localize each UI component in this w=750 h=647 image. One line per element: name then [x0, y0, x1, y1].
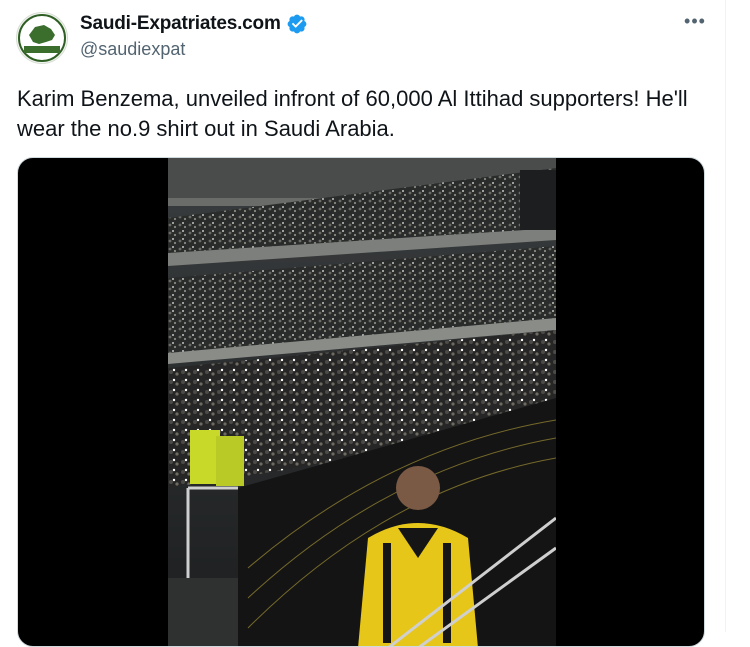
- more-options-icon[interactable]: •••: [682, 12, 708, 34]
- tweet-text: Karim Benzema, unveiled infront of 60,00…: [17, 86, 688, 141]
- media-video[interactable]: [17, 157, 705, 647]
- verified-badge-icon: [287, 14, 307, 34]
- avatar[interactable]: [16, 12, 68, 64]
- column-divider: [725, 0, 726, 632]
- stadium-crowd-video-icon: [168, 158, 556, 646]
- saudi-map-logo-icon: [18, 14, 66, 62]
- author-handle[interactable]: @saudiexpat: [80, 39, 185, 60]
- author-display-name[interactable]: Saudi-Expatriates.com: [80, 13, 281, 35]
